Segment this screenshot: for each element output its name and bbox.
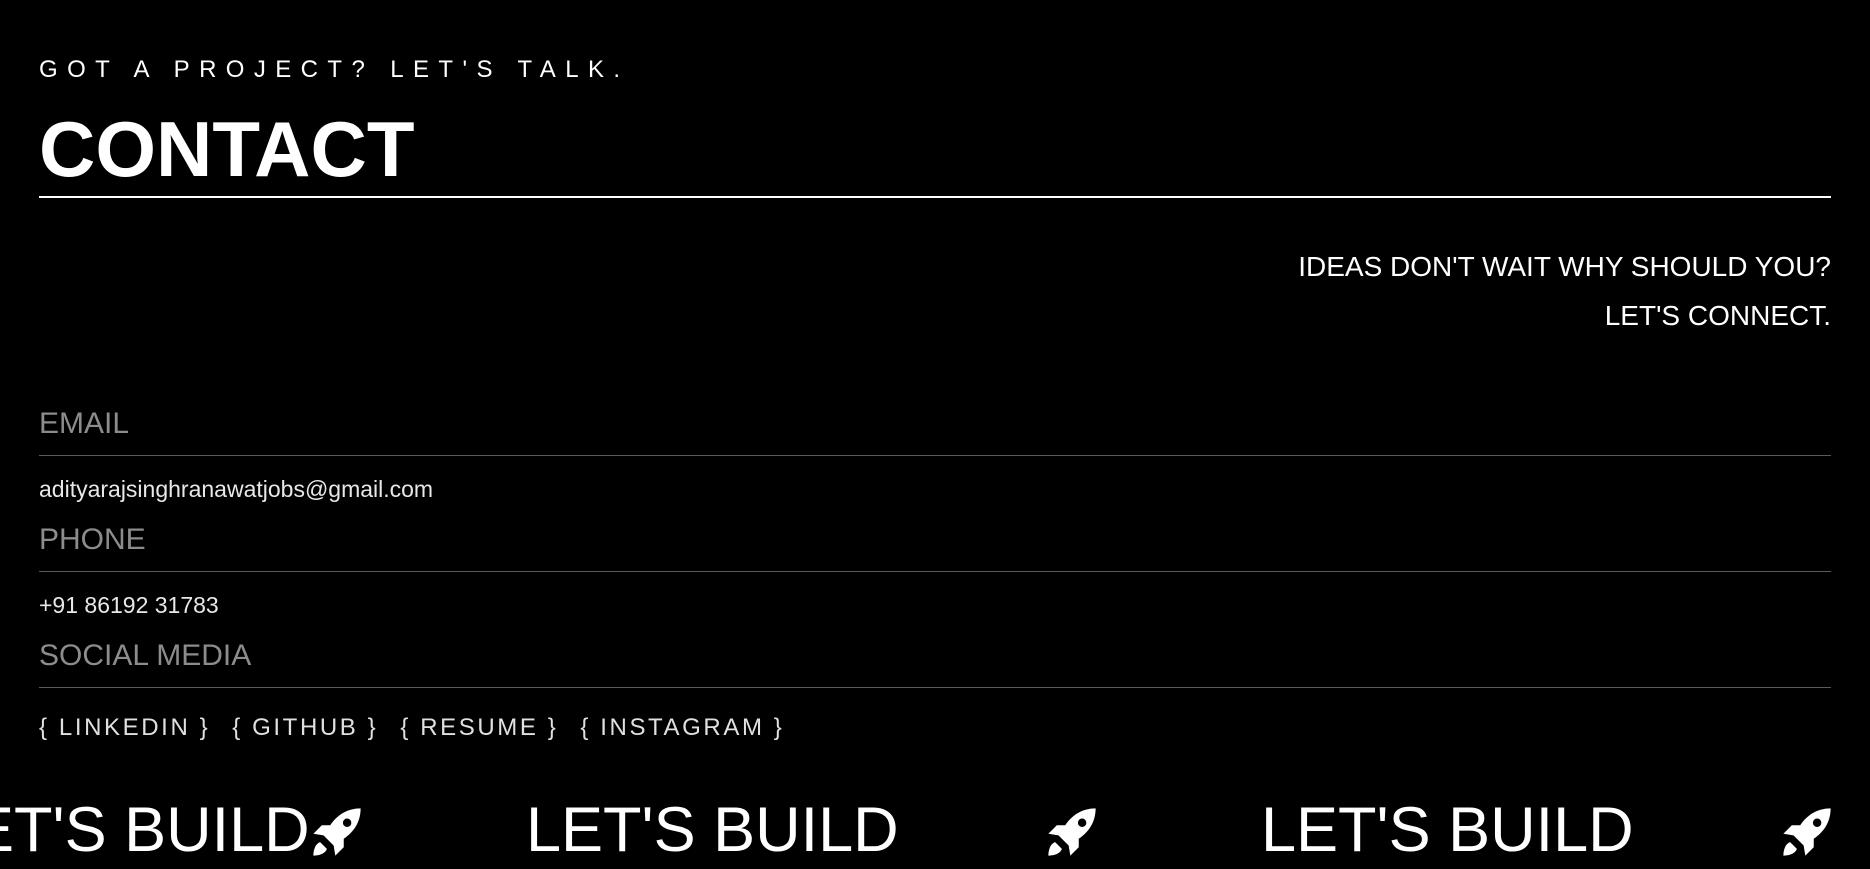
social-media-divider xyxy=(39,687,1831,688)
resume-link[interactable]: { RESUME } xyxy=(400,713,558,743)
rocket-icon xyxy=(1048,808,1096,856)
email-value[interactable]: adityarajsinghranawatjobs@gmail.com xyxy=(39,475,433,503)
rocket-icon xyxy=(1783,808,1831,856)
phone-label: PHONE xyxy=(39,523,146,556)
social-media-label: SOCIAL MEDIA xyxy=(39,639,252,672)
linkedin-link[interactable]: { LINKEDIN } xyxy=(39,713,210,743)
rocket-icon xyxy=(313,808,361,856)
section-eyebrow: GOT A PROJECT? LET'S TALK. xyxy=(39,56,630,83)
marquee-text: LET'S BUILD xyxy=(526,795,899,865)
title-divider xyxy=(39,196,1831,198)
email-divider xyxy=(39,455,1831,456)
phone-divider xyxy=(39,571,1831,572)
contact-page: GOT A PROJECT? LET'S TALK. CONTACT IDEAS… xyxy=(0,0,1870,869)
email-label: EMAIL xyxy=(39,407,130,440)
tagline-line-1: IDEAS DON'T WAIT WHY SHOULD YOU? xyxy=(1298,251,1831,282)
lets-build-marquee: LET'S BUILD LET'S BUILD LET'S BUILD xyxy=(0,790,1870,869)
instagram-link[interactable]: { INSTAGRAM } xyxy=(580,713,784,743)
social-links: { LINKEDIN } { GITHUB } { RESUME } { INS… xyxy=(39,713,784,743)
tagline-line-2: LET'S CONNECT. xyxy=(1604,300,1831,331)
page-title: CONTACT xyxy=(39,105,415,193)
phone-value[interactable]: +91 86192 31783 xyxy=(39,591,219,619)
marquee-text: LET'S BUILD xyxy=(0,795,310,865)
tagline: IDEAS DON'T WAIT WHY SHOULD YOU? LET'S C… xyxy=(1298,242,1831,340)
github-link[interactable]: { GITHUB } xyxy=(232,713,378,743)
marquee-text: LET'S BUILD xyxy=(1261,795,1634,865)
